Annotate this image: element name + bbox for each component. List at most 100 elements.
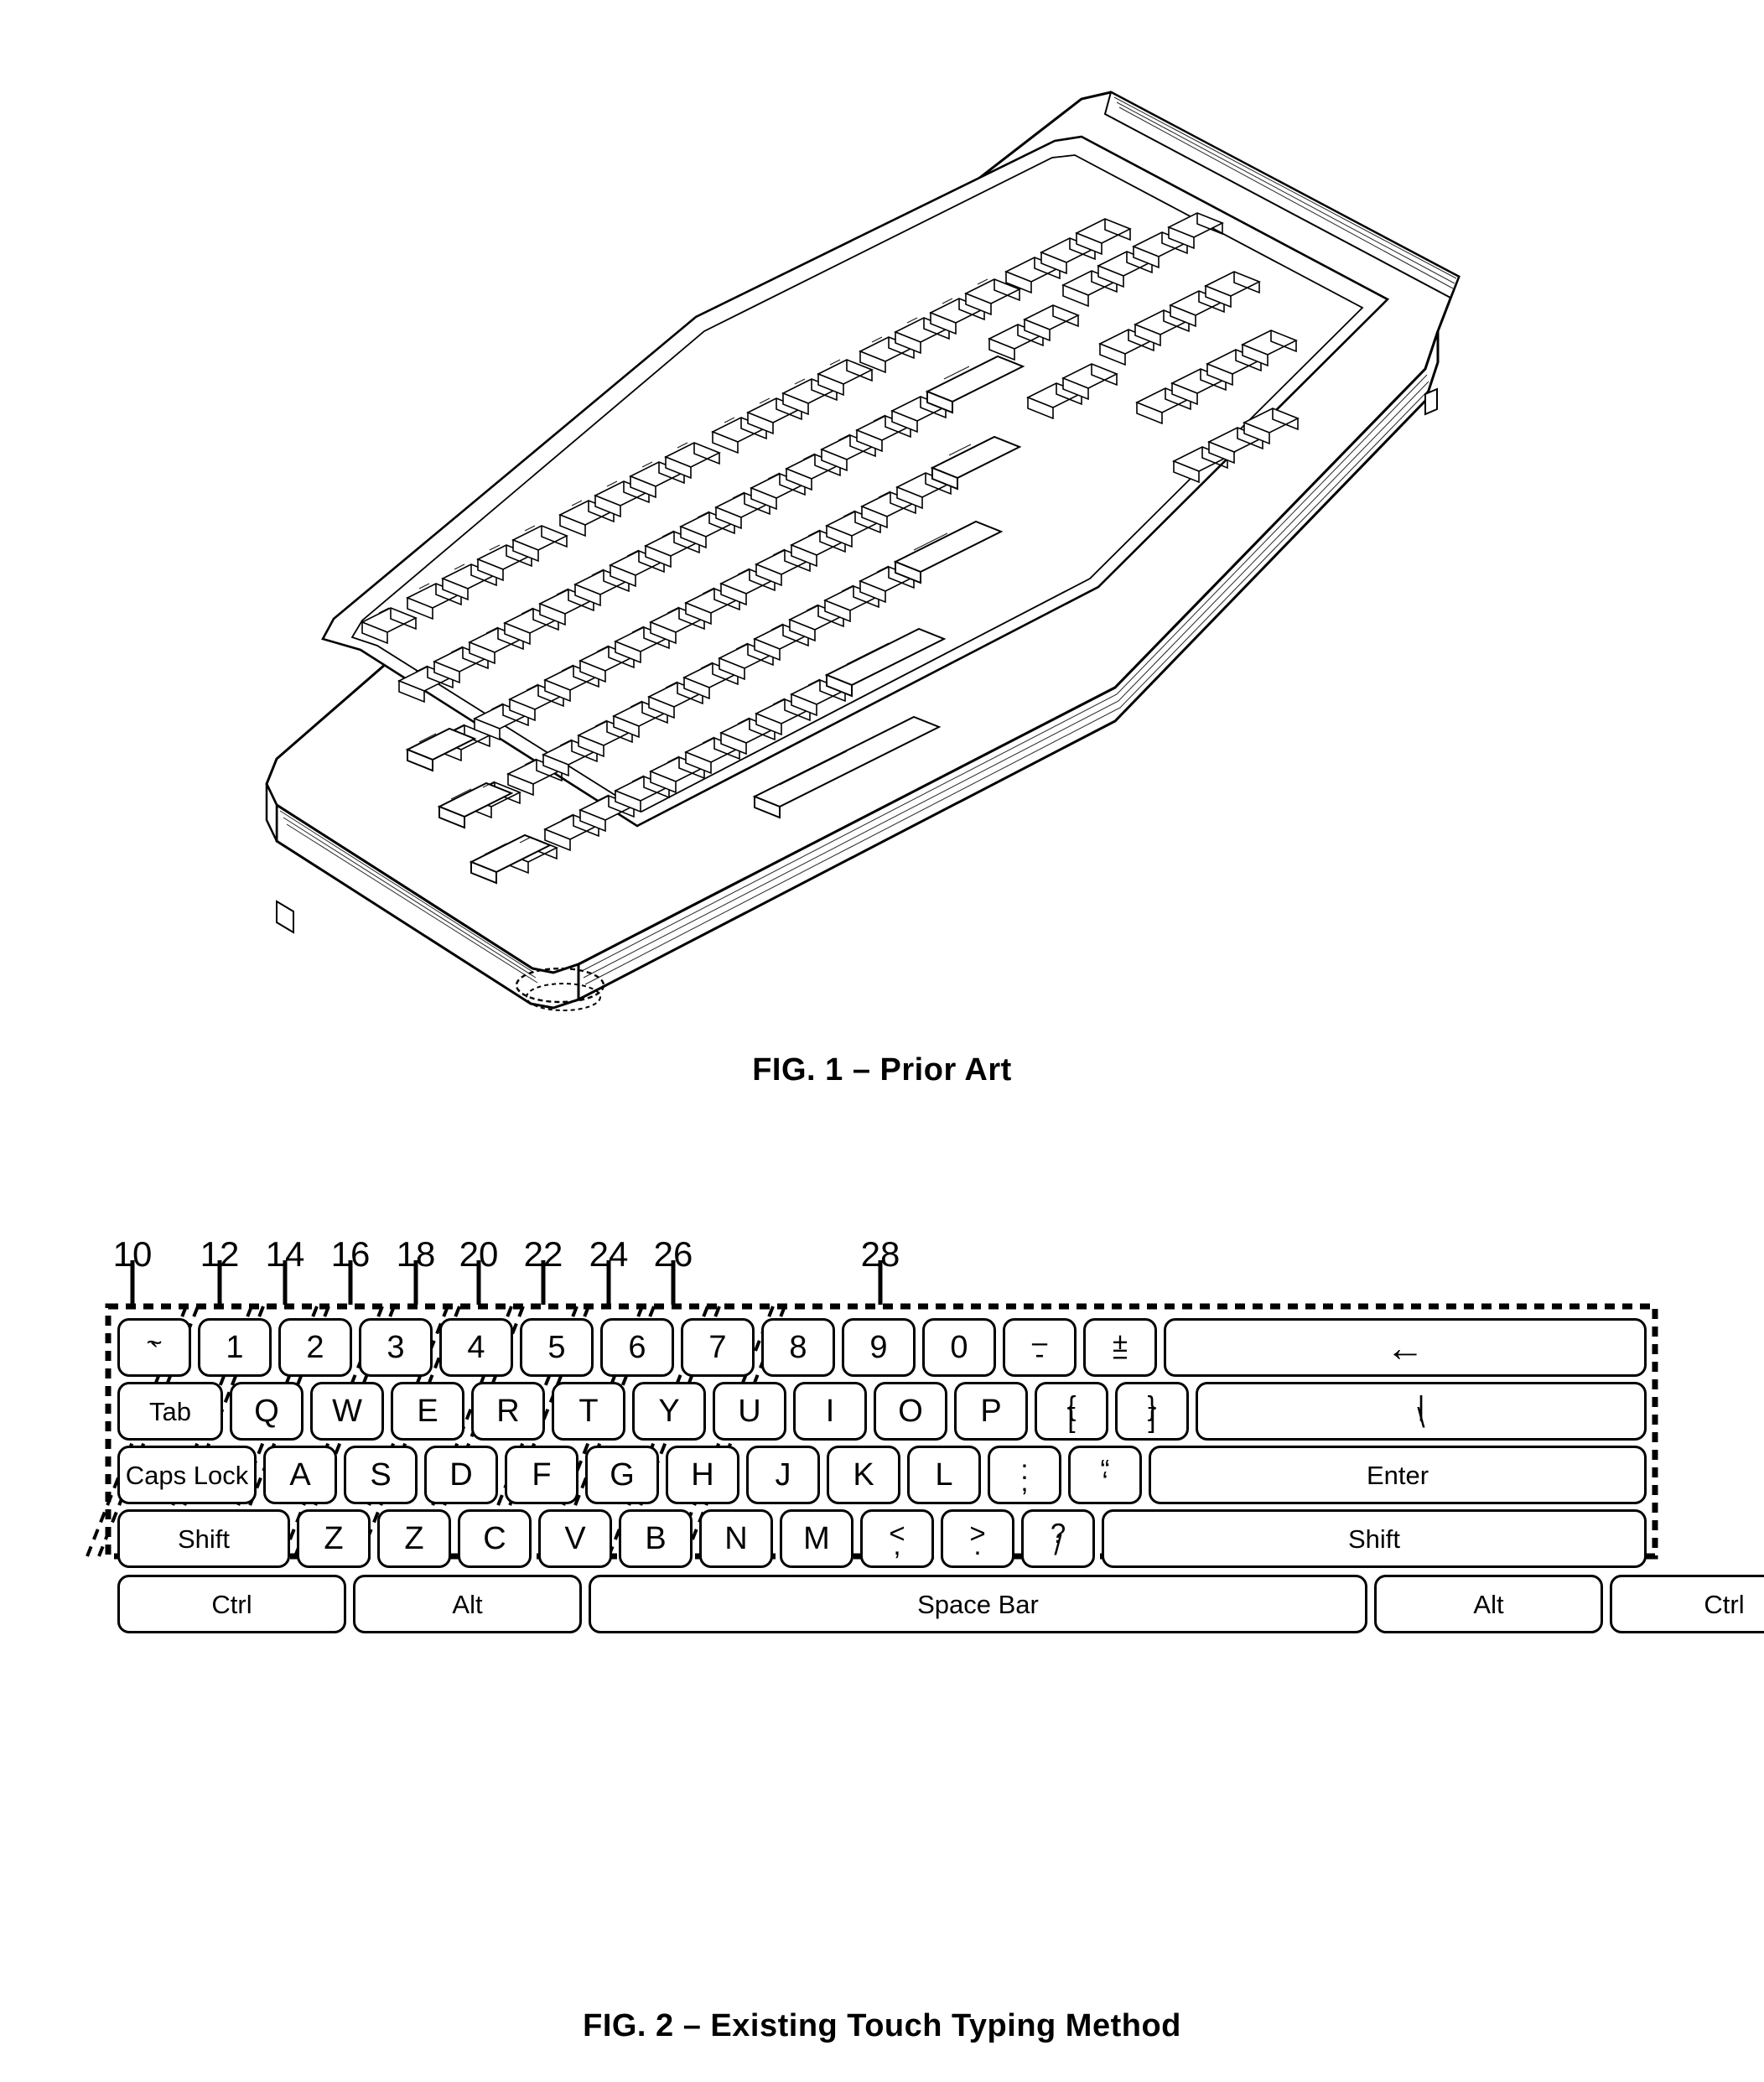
key-period-lower-legend: .: [973, 1529, 982, 1560]
patent-figure-page: FIG. 1 – Prior Art 10 12 14 16 18 20 22 24 26 28 …: [0, 0, 1764, 2082]
key-u[interactable]: U: [713, 1382, 786, 1441]
key-capslock[interactable]: Caps Lock: [117, 1446, 257, 1504]
key-r[interactable]: R: [471, 1382, 545, 1441]
key-ralt[interactable]: Alt: [1374, 1575, 1603, 1633]
key-lctrl-label: Ctrl: [211, 1589, 252, 1619]
key-j-label: J: [775, 1457, 791, 1493]
key-d0[interactable]: 0: [922, 1318, 996, 1377]
key-period[interactable]: >.: [941, 1509, 1014, 1568]
key-d3[interactable]: 3: [359, 1318, 433, 1377]
key-enter-label: Enter: [1366, 1460, 1429, 1490]
key-d2[interactable]: 2: [278, 1318, 352, 1377]
key-semicolon[interactable]: :;: [988, 1446, 1061, 1504]
key-quote-lower-legend: ‘: [1102, 1466, 1108, 1497]
key-equals-lower-legend: =: [1112, 1338, 1128, 1369]
key-d1-label: 1: [226, 1330, 244, 1365]
key-n[interactable]: N: [699, 1509, 773, 1568]
key-d8-label: 8: [789, 1330, 807, 1365]
key-slash[interactable]: ? /: [1021, 1509, 1095, 1568]
key-equals[interactable]: + =: [1083, 1318, 1157, 1377]
key-tab-label: Tab: [149, 1396, 191, 1426]
key-d0-label: 0: [950, 1330, 968, 1365]
key-minus[interactable]: – -: [1003, 1318, 1077, 1377]
key-lalt-label: Alt: [452, 1589, 483, 1619]
key-slash-lower-legend: /: [1054, 1529, 1062, 1560]
key-d5-label: 5: [547, 1330, 566, 1365]
key-d2-label: 2: [306, 1330, 324, 1365]
key-backspace[interactable]: ←: [1164, 1318, 1647, 1377]
key-e[interactable]: E: [391, 1382, 464, 1441]
key-m[interactable]: M: [780, 1509, 853, 1568]
key-c[interactable]: C: [458, 1509, 532, 1568]
key-rbracket-lower-legend: ]: [1148, 1402, 1156, 1433]
key-l-label: L: [935, 1457, 953, 1493]
key-h[interactable]: H: [666, 1446, 739, 1504]
key-backspace-label: ←: [1386, 1326, 1424, 1369]
key-j[interactable]: J: [746, 1446, 820, 1504]
key-space[interactable]: Space Bar: [589, 1575, 1367, 1633]
key-t-label: T: [578, 1394, 599, 1429]
key-comma[interactable]: <,: [860, 1509, 934, 1568]
key-w-label: W: [332, 1394, 362, 1429]
key-minus-lower-legend: -: [1035, 1338, 1045, 1369]
key-g[interactable]: G: [585, 1446, 659, 1504]
key-k-label: K: [853, 1457, 874, 1493]
key-l[interactable]: L: [907, 1446, 981, 1504]
key-z1[interactable]: Z: [297, 1509, 371, 1568]
key-f-label: F: [532, 1457, 552, 1493]
key-v-label: V: [564, 1521, 586, 1556]
key-a[interactable]: A: [263, 1446, 337, 1504]
key-z2[interactable]: Z: [377, 1509, 451, 1568]
key-p[interactable]: P: [954, 1382, 1028, 1441]
key-backslash[interactable]: | \: [1196, 1382, 1647, 1441]
key-m-label: M: [803, 1521, 830, 1556]
key-quote[interactable]: “‘: [1068, 1446, 1142, 1504]
key-lshift[interactable]: Shift: [117, 1509, 290, 1568]
key-t[interactable]: T: [552, 1382, 625, 1441]
key-capslock-label: Caps Lock: [125, 1460, 249, 1490]
key-o[interactable]: O: [874, 1382, 947, 1441]
key-rctrl[interactable]: Ctrl: [1610, 1575, 1764, 1633]
key-d5[interactable]: 5: [520, 1318, 594, 1377]
key-v[interactable]: V: [538, 1509, 612, 1568]
key-k[interactable]: K: [827, 1446, 900, 1504]
key-y-label: Y: [658, 1394, 680, 1429]
key-rshift[interactable]: Shift: [1102, 1509, 1647, 1568]
key-w[interactable]: W: [310, 1382, 384, 1441]
figure-2-zone-overlay: [86, 1260, 1658, 1560]
key-q-label: Q: [254, 1394, 279, 1429]
key-u-label: U: [738, 1394, 761, 1429]
key-d7-label: 7: [708, 1330, 727, 1365]
key-a-label: A: [289, 1457, 311, 1493]
key-d7[interactable]: 7: [681, 1318, 755, 1377]
figure-1-keyboard-isometric-drawing: [265, 91, 1460, 1011]
key-q[interactable]: Q: [230, 1382, 304, 1441]
key-s[interactable]: S: [344, 1446, 418, 1504]
key-d9[interactable]: 9: [842, 1318, 916, 1377]
key-comma-lower-legend: ,: [893, 1529, 901, 1560]
key-d8[interactable]: 8: [761, 1318, 835, 1377]
key-d3-label: 3: [387, 1330, 405, 1365]
key-f[interactable]: F: [505, 1446, 578, 1504]
key-enter[interactable]: Enter: [1149, 1446, 1647, 1504]
key-p-label: P: [980, 1394, 1002, 1429]
key-rbracket[interactable]: }]: [1115, 1382, 1189, 1441]
key-lalt[interactable]: Alt: [353, 1575, 582, 1633]
key-lshift-label: Shift: [177, 1524, 231, 1554]
key-d6[interactable]: 6: [600, 1318, 674, 1377]
key-d1[interactable]: 1: [198, 1318, 272, 1377]
key-lbracket[interactable]: {[: [1035, 1382, 1108, 1441]
key-lbracket-lower-legend: [: [1067, 1402, 1076, 1433]
figure-2-caption: FIG. 2 – Existing Touch Typing Method: [583, 2008, 1181, 2043]
key-d[interactable]: D: [424, 1446, 498, 1504]
key-g-label: G: [610, 1457, 635, 1493]
key-d4-label: 4: [467, 1330, 485, 1365]
key-i[interactable]: I: [793, 1382, 867, 1441]
key-d4[interactable]: 4: [439, 1318, 513, 1377]
key-r-label: R: [496, 1394, 520, 1429]
key-tilde[interactable]: ~ `: [117, 1318, 191, 1377]
key-lctrl[interactable]: Ctrl: [117, 1575, 346, 1633]
key-y[interactable]: Y: [632, 1382, 706, 1441]
key-b[interactable]: B: [619, 1509, 693, 1568]
key-tab[interactable]: Tab: [117, 1382, 223, 1441]
